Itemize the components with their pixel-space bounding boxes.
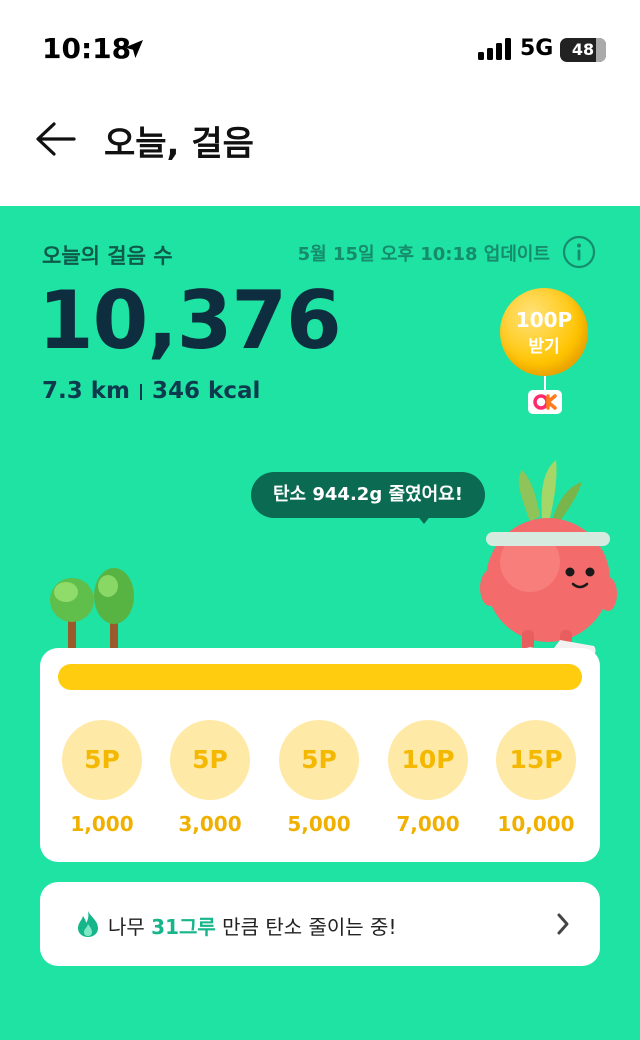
distance-value: 7.3 km <box>42 378 131 404</box>
tree-banner-suffix: 만큼 탄소 줄이는 중! <box>215 915 397 939</box>
milestone-steps: 7,000 <box>396 812 460 836</box>
reward-claim-label: 받기 <box>528 337 560 357</box>
progress-track <box>58 664 582 690</box>
back-arrow-icon <box>36 122 76 156</box>
milestone-steps: 3,000 <box>178 812 242 836</box>
battery-icon: 48 <box>560 38 606 62</box>
info-icon[interactable] <box>562 235 596 269</box>
update-timestamp: 5월 15일 오후 10:18 업데이트 <box>297 244 550 265</box>
milestone-points: 15P <box>496 720 576 800</box>
milestone-item[interactable]: 5P 5,000 <box>277 720 361 836</box>
status-bar: 10:18 5G 48 <box>0 0 640 100</box>
tree-count: 31그루 <box>151 915 216 939</box>
ok-logo-icon <box>528 390 562 414</box>
milestone-steps: 5,000 <box>287 812 351 836</box>
trees-illustration <box>50 568 134 654</box>
walking-screen: 10:18 5G 48 오늘, 걸음 오늘의 걸음 수 5월 15일 오후 10… <box>0 0 640 1040</box>
progress-fill <box>58 664 582 690</box>
milestone-item[interactable]: 10P 7,000 <box>386 720 470 836</box>
battery-percentage: 48 <box>571 40 595 59</box>
milestone-steps: 1,000 <box>70 812 134 836</box>
reward-balloon-button[interactable]: 100P 받기 <box>500 288 588 376</box>
milestone-points: 10P <box>388 720 468 800</box>
activity-stats: 7.3 km 346 kcal <box>42 378 260 404</box>
steps-label: 오늘의 걸음 수 <box>42 244 173 268</box>
network-label: 5G <box>520 36 554 61</box>
status-time: 10:18 <box>42 32 132 65</box>
milestone-steps: 10,000 <box>497 812 575 836</box>
milestone-item[interactable]: 5P 3,000 <box>168 720 252 836</box>
tree-banner-prefix: 나무 <box>108 915 152 939</box>
bubble-tail <box>416 514 432 524</box>
signal-bars-icon <box>478 38 511 60</box>
battery-level <box>596 38 606 62</box>
milestone-points: 5P <box>62 720 142 800</box>
milestone-points: 5P <box>170 720 250 800</box>
page-title: 오늘, 걸음 <box>104 124 254 164</box>
calories-value: 346 kcal <box>152 378 261 404</box>
reward-points: 100P <box>515 308 573 332</box>
stats-divider <box>140 383 143 400</box>
app-header: 오늘, 걸음 <box>0 100 640 206</box>
tree-banner-text: 나무 31그루 만큼 탄소 줄이는 중! <box>108 911 396 940</box>
tree-banner[interactable]: 나무 31그루 만큼 탄소 줄이는 중! <box>40 882 600 966</box>
milestone-item[interactable]: 15P 10,000 <box>494 720 578 836</box>
carbon-saved-bubble: 탄소 944.2g 줄였어요! <box>251 472 485 518</box>
flame-icon <box>78 911 98 937</box>
location-arrow-icon <box>125 40 143 58</box>
step-count: 10,376 <box>38 274 342 367</box>
back-button[interactable] <box>28 114 84 164</box>
chevron-right-icon <box>557 913 569 935</box>
milestone-item[interactable]: 5P 1,000 <box>60 720 144 836</box>
milestone-points: 5P <box>279 720 359 800</box>
steps-panel: 오늘의 걸음 수 5월 15일 오후 10:18 업데이트 10,376 7.3… <box>0 206 640 1040</box>
milestone-card: 5P 1,000 5P 3,000 5P 5,000 10P 7,000 15P 10,000 <box>40 648 600 862</box>
